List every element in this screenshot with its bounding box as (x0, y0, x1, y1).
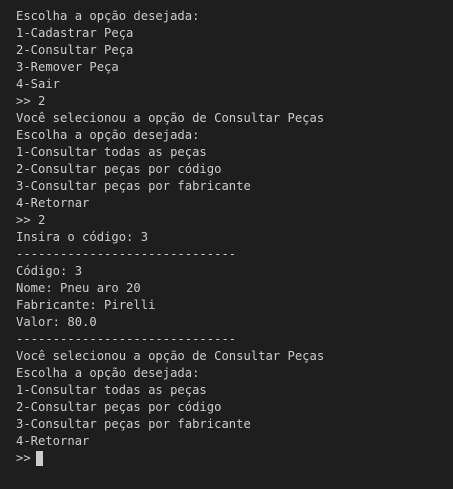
terminal-input-line[interactable]: >> (16, 450, 453, 467)
terminal-line: Nome: Pneu aro 20 (16, 281, 141, 295)
terminal-line: 1-Consultar todas as peças (16, 383, 207, 397)
terminal-line: Valor: 80.0 (16, 315, 97, 329)
terminal-line: Escolha a opção desejada: (16, 366, 200, 380)
terminal-line: Código: 3 (16, 264, 83, 278)
terminal-line: Escolha a opção desejada: (16, 128, 200, 142)
prompt-symbol: >> (16, 451, 31, 465)
separator-line: ------------------------------ (16, 332, 237, 346)
text-cursor (35, 451, 43, 466)
terminal-line: 4-Sair (16, 77, 61, 91)
terminal-line: Insira o código: 3 (16, 230, 149, 244)
terminal-line: 4-Retornar (16, 434, 90, 448)
terminal-line: 4-Retornar (16, 196, 90, 210)
terminal-line: 2-Consultar Peça (16, 43, 134, 57)
terminal-line: 3-Remover Peça (16, 60, 119, 74)
terminal-line: 1-Consultar todas as peças (16, 145, 207, 159)
separator-line: ------------------------------ (16, 247, 237, 261)
terminal-line: >> 2 (16, 94, 46, 108)
terminal-line: 2-Consultar peças por código (16, 400, 222, 414)
terminal-line: Você selecionou a opção de Consultar Peç… (16, 349, 325, 363)
terminal-line: 1-Cadastrar Peça (16, 26, 134, 40)
terminal-line: >> 2 (16, 213, 46, 227)
terminal-line: 3-Consultar peças por fabricante (16, 417, 251, 431)
terminal-line: Fabricante: Pirelli (16, 298, 156, 312)
terminal-output: Escolha a opção desejada: 1-Cadastrar Pe… (16, 8, 453, 450)
terminal-line: 2-Consultar peças por código (16, 162, 222, 176)
terminal-line: Escolha a opção desejada: (16, 9, 200, 23)
terminal-line: 3-Consultar peças por fabricante (16, 179, 251, 193)
terminal-line: Você selecionou a opção de Consultar Peç… (16, 111, 325, 125)
terminal-window[interactable]: Escolha a opção desejada: 1-Cadastrar Pe… (0, 0, 453, 489)
